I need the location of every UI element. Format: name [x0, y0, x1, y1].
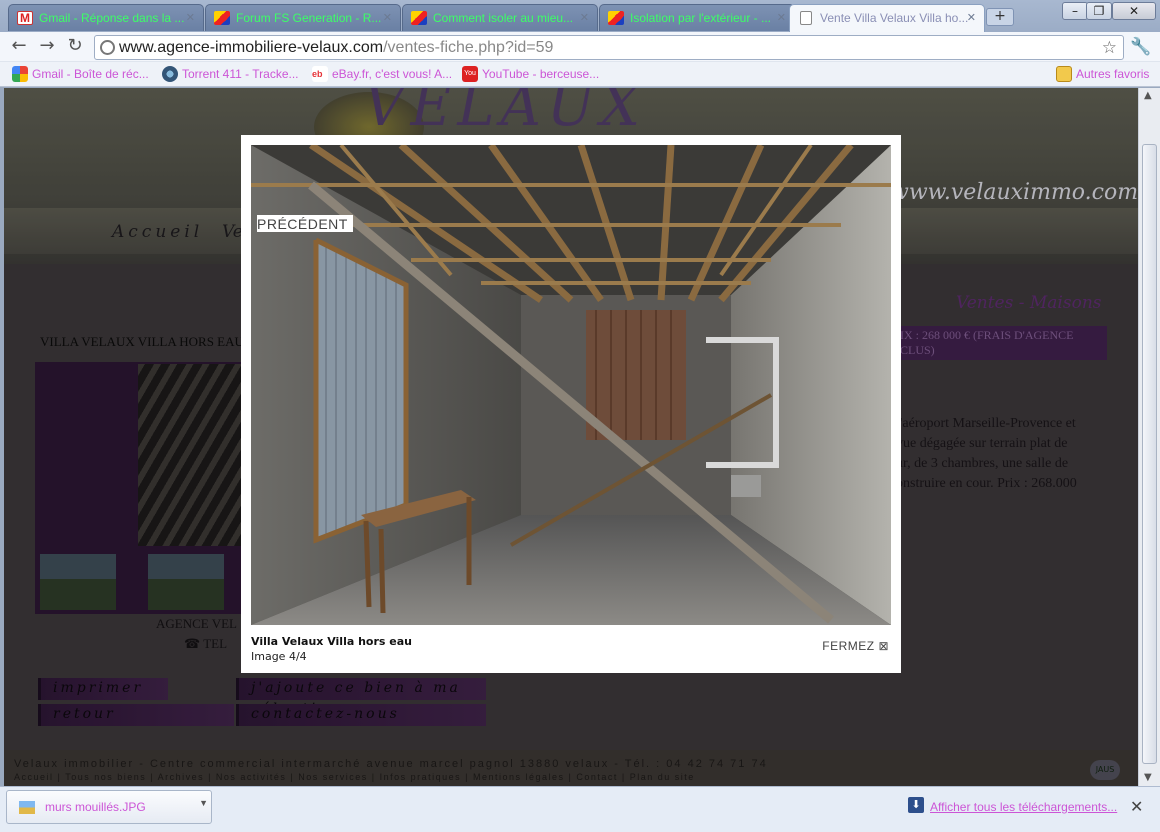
tab-gmail[interactable]: Gmail - Réponse dans la ... ✕ — [8, 4, 204, 31]
tab-close-icon[interactable]: ✕ — [580, 5, 589, 31]
dropdown-caret-icon[interactable]: ▼ — [199, 787, 208, 819]
new-tab-button[interactable]: + — [986, 8, 1014, 26]
bookmark-star-icon[interactable]: ☆ — [1102, 36, 1117, 59]
url-path: /ventes-fiche.php?id=59 — [383, 39, 554, 56]
bookmark-label: eBay.fr, c'est vous! A... — [332, 67, 453, 81]
lightbox-caption: Villa Velaux Villa hors eau — [251, 635, 412, 648]
show-all-downloads-link[interactable]: Afficher tous les téléchargements... — [930, 800, 1117, 814]
close-lightbox-button[interactable]: FERMEZ ⊠ — [822, 639, 889, 653]
window-close-button[interactable]: ✕ — [1112, 2, 1156, 20]
globe-icon — [100, 40, 115, 55]
wrench-icon[interactable]: 🔧 — [1130, 37, 1151, 57]
bookmarks-bar: Gmail - Boîte de réc... Torrent 411 - Tr… — [0, 62, 1160, 87]
tab-label: Gmail - Réponse dans la ... — [39, 11, 185, 25]
image-file-icon — [19, 801, 35, 814]
fs-generation-icon — [411, 11, 427, 25]
reload-icon[interactable]: ↻ — [64, 37, 86, 57]
bookmark-youtube[interactable]: You YouTube - berceuse... — [460, 62, 599, 87]
download-arrow-icon: ⬇ — [908, 797, 924, 813]
tab-label: Forum FS Generation - R... — [236, 11, 382, 25]
url-host: www.agence-immobiliere-velaux.com — [119, 39, 384, 56]
gmail-icon — [17, 5, 33, 31]
back-arrow-icon[interactable]: ← — [8, 37, 30, 57]
minimize-button[interactable]: – — [1062, 2, 1088, 20]
vertical-scrollbar[interactable]: ▲ ▼ — [1138, 88, 1160, 786]
tab-close-icon[interactable]: ✕ — [383, 5, 392, 31]
navigation-toolbar: ← → ↻ www.agence-immobiliere-velaux.com/… — [0, 32, 1160, 62]
scroll-up-icon[interactable]: ▲ — [1144, 90, 1152, 101]
fs-generation-icon — [608, 11, 624, 25]
tab-close-icon[interactable]: ✕ — [967, 5, 976, 31]
tab-close-icon[interactable]: ✕ — [777, 5, 786, 31]
bookmark-gmail[interactable]: Gmail - Boîte de réc... — [10, 62, 149, 87]
google-icon — [12, 66, 28, 82]
forward-arrow-icon[interactable]: → — [36, 37, 58, 57]
bookmark-label: YouTube - berceuse... — [482, 67, 600, 81]
tab-label: Comment isoler au mieu... — [433, 11, 574, 25]
lightbox: PRÉCÉDENT Villa Velaux Villa hors eau Im… — [241, 135, 901, 673]
bookmark-label: Torrent 411 - Tracke... — [182, 67, 299, 81]
ebay-icon: eb — [312, 66, 328, 82]
previous-button[interactable]: PRÉCÉDENT — [257, 215, 353, 232]
bookmark-ebay[interactable]: eb eBay.fr, c'est vous! A... — [310, 62, 452, 87]
lightbox-counter: Image 4/4 — [251, 650, 307, 663]
other-bookmarks[interactable]: Autres favoris — [1054, 62, 1149, 87]
tab-vente-villa[interactable]: Vente Villa Velaux Villa ho... ✕ — [789, 4, 985, 32]
tab-label: Isolation par l'extérieur - ... — [630, 11, 772, 25]
tab-forum-fs[interactable]: Forum FS Generation - R... ✕ — [205, 4, 401, 31]
document-icon — [800, 11, 812, 25]
bookmark-torrent411[interactable]: Torrent 411 - Tracke... — [160, 62, 299, 87]
browser-window: Gmail - Réponse dans la ... ✕ Forum FS G… — [0, 0, 1160, 832]
download-shelf: murs mouillés.JPG ▼ ⬇ Afficher tous les … — [0, 786, 1160, 832]
download-item[interactable]: murs mouillés.JPG ▼ — [6, 790, 212, 824]
tab-close-icon[interactable]: ✕ — [186, 5, 195, 31]
close-shelf-icon[interactable]: ✕ — [1130, 797, 1143, 816]
download-filename: murs mouillés.JPG — [45, 800, 146, 814]
tab-strip: Gmail - Réponse dans la ... ✕ Forum FS G… — [0, 0, 1160, 32]
lightbox-photo[interactable]: PRÉCÉDENT — [251, 145, 891, 625]
tab-label: Vente Villa Velaux Villa ho... — [820, 11, 969, 25]
tab-isolation-exterieur[interactable]: Isolation par l'extérieur - ... ✕ — [599, 4, 795, 31]
fs-generation-icon — [214, 11, 230, 25]
tab-isoler[interactable]: Comment isoler au mieu... ✕ — [402, 4, 598, 31]
bookmark-label: Gmail - Boîte de réc... — [32, 67, 149, 81]
folder-icon — [1056, 66, 1072, 82]
torrent-icon — [162, 66, 178, 82]
address-bar[interactable]: www.agence-immobiliere-velaux.com/ventes… — [94, 35, 1124, 60]
other-bookmarks-label: Autres favoris — [1076, 67, 1150, 81]
scroll-down-icon[interactable]: ▼ — [1144, 772, 1152, 783]
youtube-icon: You — [462, 66, 478, 82]
scrollbar-thumb[interactable] — [1142, 144, 1157, 764]
maximize-button[interactable]: ❐ — [1086, 2, 1112, 20]
